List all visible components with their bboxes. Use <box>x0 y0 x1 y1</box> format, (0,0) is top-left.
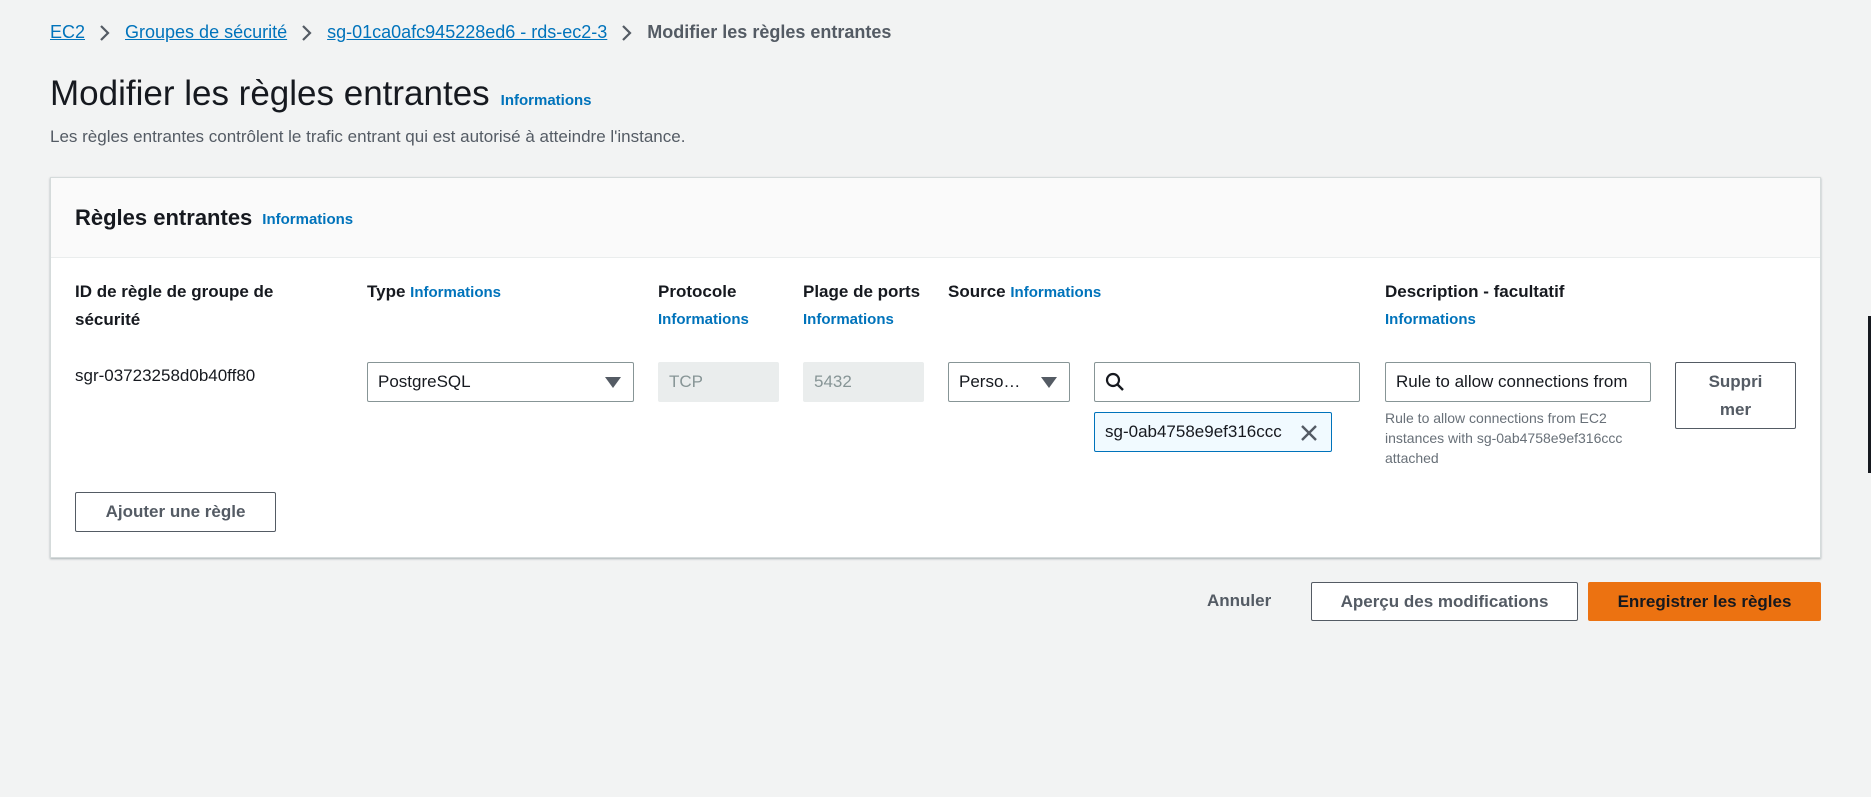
chevron-right-icon <box>287 24 327 42</box>
inbound-rules-panel: Règles entrantes Informations ID de règl… <box>50 177 1821 558</box>
type-select[interactable]: PostgreSQL <box>367 362 634 402</box>
column-header-protocol: Protocole Informations <box>658 278 749 334</box>
breadcrumb: EC2 Groupes de sécurité sg-01ca0afc94522… <box>50 22 891 43</box>
description-input[interactable]: Rule to allow connections from <box>1385 362 1651 402</box>
description-info-link[interactable]: Informations <box>1385 306 1564 334</box>
add-rule-button[interactable]: Ajouter une règle <box>75 492 276 532</box>
column-header-source: Source Informations <box>948 278 1101 307</box>
breadcrumb-current: Modifier les règles entrantes <box>647 22 892 42</box>
breadcrumb-security-group[interactable]: sg-01ca0afc945228ed6 - rds-ec2-3 <box>327 22 607 43</box>
port-range-info-link[interactable]: Informations <box>803 306 920 334</box>
page-description: Les règles entrantes contrôlent le trafi… <box>50 127 686 146</box>
column-header-protocol-label: Protocole <box>658 282 737 301</box>
source-type-value: Perso… <box>959 372 1021 391</box>
description-hint-line: Rule to allow connections from EC2 <box>1385 410 1607 426</box>
page-title: Modifier les règles entrantes Informatio… <box>50 74 592 114</box>
cancel-button[interactable]: Annuler <box>1207 591 1271 611</box>
column-header-rule-id: ID de règle de groupe de sécurité <box>75 282 274 329</box>
protocol-info-link[interactable]: Informations <box>658 306 749 334</box>
column-header-source-label: Source <box>948 282 1006 301</box>
chevron-right-icon <box>85 24 125 42</box>
type-info-link[interactable]: Informations <box>410 284 501 301</box>
panel-header: Règles entrantes Informations <box>51 178 1820 258</box>
source-search-input[interactable] <box>1094 362 1360 402</box>
rule-id: sgr-03723258d0b40ff80 <box>75 366 256 385</box>
delete-rule-label-line: Suppri <box>1708 371 1763 391</box>
close-icon[interactable] <box>1299 423 1319 443</box>
save-rules-button[interactable]: Enregistrer les règles <box>1588 582 1821 621</box>
source-token-label: sg-0ab4758e9ef316ccc <box>1105 422 1282 441</box>
source-type-select[interactable]: Perso… <box>948 362 1070 402</box>
column-header-port-range: Plage de ports Informations <box>803 278 920 334</box>
description-hint-line: attached <box>1385 450 1439 466</box>
page: EC2 Groupes de sécurité sg-01ca0afc94522… <box>0 0 1871 797</box>
chevron-right-icon <box>607 24 647 42</box>
source-token: sg-0ab4758e9ef316ccc <box>1094 412 1332 452</box>
breadcrumb-security-groups[interactable]: Groupes de sécurité <box>125 22 287 43</box>
type-select-value: PostgreSQL <box>378 372 471 391</box>
column-header-type: Type Informations <box>367 278 501 307</box>
column-header-type-label: Type <box>367 282 406 301</box>
search-icon <box>1105 372 1124 391</box>
column-header-description-label: Description - facultatif <box>1385 282 1565 301</box>
delete-rule-label-line: mer <box>1719 399 1752 419</box>
panel-title: Règles entrantes <box>75 204 253 230</box>
caret-down-icon <box>1041 377 1057 388</box>
description-hint-line: instances with sg-0ab4758e9ef316ccc <box>1385 430 1623 446</box>
protocol-input: TCP <box>658 362 779 402</box>
source-info-link[interactable]: Informations <box>1010 284 1101 301</box>
page-info-link[interactable]: Informations <box>501 92 592 109</box>
preview-changes-button[interactable]: Aperçu des modifications <box>1311 582 1578 621</box>
description-hint: Rule to allow connections from EC2 insta… <box>1385 408 1655 468</box>
column-header-description: Description - facultatif Informations <box>1385 278 1564 334</box>
panel-info-link[interactable]: Informations <box>262 211 353 228</box>
delete-rule-button[interactable]: Suppri mer <box>1675 362 1796 429</box>
breadcrumb-ec2[interactable]: EC2 <box>50 22 85 43</box>
port-range-input: 5432 <box>803 362 924 402</box>
column-header-port-range-label: Plage de ports <box>803 282 921 301</box>
page-title-text: Modifier les règles entrantes <box>50 74 490 113</box>
caret-down-icon <box>605 377 621 388</box>
